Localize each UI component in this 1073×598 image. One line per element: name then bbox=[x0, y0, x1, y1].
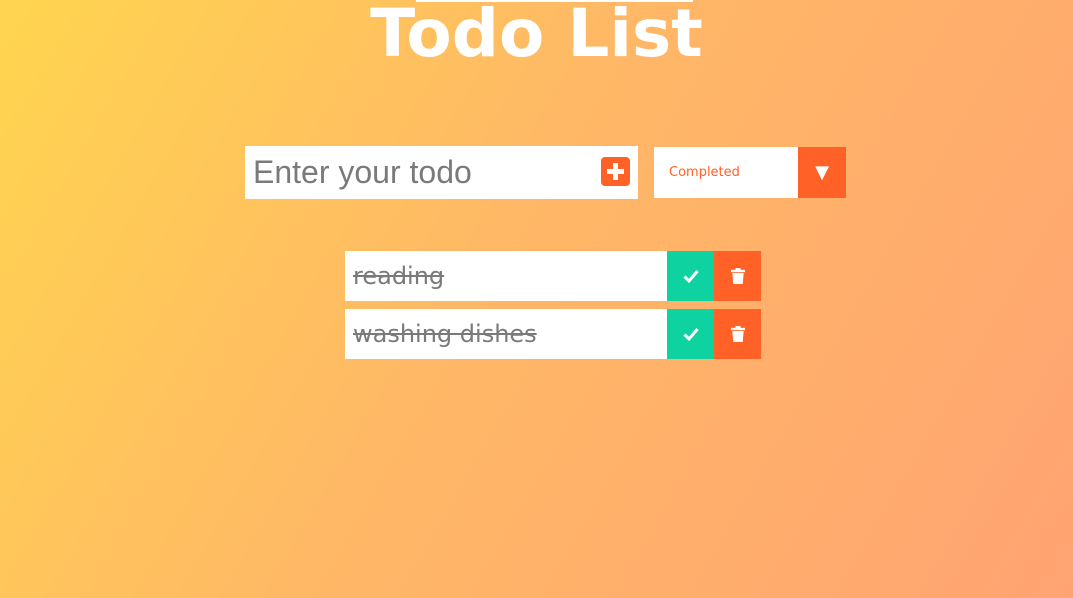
delete-button[interactable] bbox=[714, 251, 761, 301]
filter-selected-value: Completed bbox=[669, 165, 740, 180]
delete-button[interactable] bbox=[714, 309, 761, 359]
check-icon bbox=[682, 270, 699, 283]
todo-input[interactable] bbox=[245, 146, 593, 199]
complete-button[interactable] bbox=[667, 251, 714, 301]
todo-list: reading washing dishes bbox=[345, 251, 761, 367]
trash-icon bbox=[730, 326, 745, 342]
page-title: Todo List bbox=[370, 0, 703, 72]
todo-text: reading bbox=[353, 262, 445, 290]
trash-icon bbox=[730, 268, 745, 284]
complete-button[interactable] bbox=[667, 309, 714, 359]
todo-item: washing dishes bbox=[345, 309, 761, 359]
todo-form bbox=[245, 146, 638, 199]
todo-text: washing dishes bbox=[353, 320, 537, 348]
check-icon bbox=[682, 328, 699, 341]
add-todo-button[interactable] bbox=[601, 157, 630, 186]
filter-select[interactable]: Completed ▼ bbox=[654, 147, 846, 198]
chevron-down-icon: ▼ bbox=[798, 147, 846, 198]
todo-item: reading bbox=[345, 251, 761, 301]
